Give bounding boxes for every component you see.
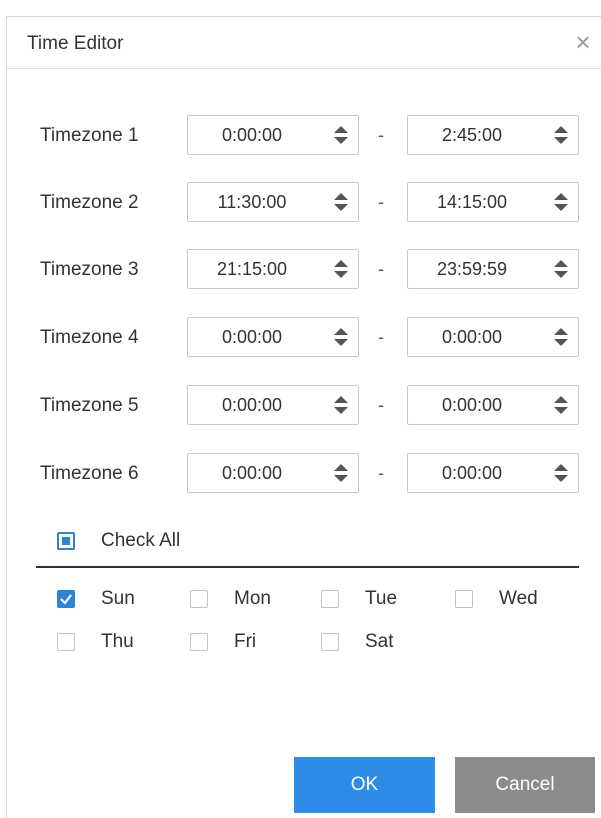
start-time-value: 11:30:00 <box>217 192 287 212</box>
start-time-input[interactable]: 0:00:00 <box>187 115 359 155</box>
start-time-value: 0:00:00 <box>221 327 283 347</box>
day-label-thu: Thu <box>101 631 134 652</box>
spinner-icon[interactable] <box>552 463 570 483</box>
day-label-sun: Sun <box>101 588 135 609</box>
divider <box>36 566 579 568</box>
end-time-value: 0:00:00 <box>441 327 503 347</box>
spinner-icon[interactable] <box>552 327 570 347</box>
spinner-icon[interactable] <box>332 125 350 145</box>
check-all-checkbox[interactable] <box>57 532 75 550</box>
start-time-input[interactable]: 0:00:00 <box>187 453 359 493</box>
timezone-label: Timezone 3 <box>40 259 139 280</box>
end-time-value: 2:45:00 <box>441 125 503 145</box>
start-time-value: 0:00:00 <box>221 125 283 145</box>
dialog-title: Time Editor <box>27 33 124 54</box>
day-checkbox-thu[interactable] <box>57 633 75 651</box>
dialog-titlebar: Time Editor × <box>7 17 601 69</box>
timezone-label: Timezone 4 <box>40 327 139 348</box>
end-time-value: 14:15:00 <box>436 192 508 212</box>
check-all-label: Check All <box>101 530 181 551</box>
start-time-value: 21:15:00 <box>216 259 288 279</box>
spinner-icon[interactable] <box>332 259 350 279</box>
day-label-wed: Wed <box>499 588 538 609</box>
end-time-input[interactable]: 14:15:00 <box>407 182 579 222</box>
range-separator: - <box>378 192 384 212</box>
end-time-input[interactable]: 0:00:00 <box>407 453 579 493</box>
day-checkbox-sat[interactable] <box>321 633 339 651</box>
ok-button[interactable]: OK <box>294 757 435 813</box>
spinner-icon[interactable] <box>332 395 350 415</box>
spinner-icon[interactable] <box>552 395 570 415</box>
end-time-input[interactable]: 0:00:00 <box>407 317 579 357</box>
day-label-mon: Mon <box>234 588 271 609</box>
spinner-icon[interactable] <box>332 327 350 347</box>
range-separator: - <box>378 259 384 279</box>
range-separator: - <box>378 395 384 415</box>
timezone-label: Timezone 2 <box>40 192 139 213</box>
day-checkbox-fri[interactable] <box>190 633 208 651</box>
day-label-fri: Fri <box>234 631 257 652</box>
start-time-input[interactable]: 0:00:00 <box>187 317 359 357</box>
day-checkbox-wed[interactable] <box>455 590 473 608</box>
day-checkbox-mon[interactable] <box>190 590 208 608</box>
spinner-icon[interactable] <box>332 192 350 212</box>
end-time-input[interactable]: 2:45:00 <box>407 115 579 155</box>
timezone-label: Timezone 6 <box>40 463 139 484</box>
end-time-value: 0:00:00 <box>441 463 503 483</box>
end-time-input[interactable]: 23:59:59 <box>407 249 579 289</box>
timezone-label: Timezone 5 <box>40 395 139 416</box>
start-time-value: 0:00:00 <box>221 395 283 415</box>
day-checkbox-tue[interactable] <box>321 590 339 608</box>
day-label-tue: Tue <box>365 588 398 609</box>
spinner-icon[interactable] <box>552 192 570 212</box>
start-time-input[interactable]: 11:30:00 <box>187 182 359 222</box>
end-time-value: 0:00:00 <box>441 395 503 415</box>
spinner-icon[interactable] <box>552 125 570 145</box>
day-checkbox-sun[interactable] <box>57 590 75 608</box>
start-time-input[interactable]: 0:00:00 <box>187 385 359 425</box>
spinner-icon[interactable] <box>552 259 570 279</box>
start-time-value: 0:00:00 <box>221 463 283 483</box>
range-separator: - <box>378 327 384 347</box>
end-time-value: 23:59:59 <box>436 259 508 279</box>
timezone-label: Timezone 1 <box>40 125 139 146</box>
day-label-sat: Sat <box>365 631 394 652</box>
range-separator: - <box>378 125 384 145</box>
close-icon[interactable]: × <box>569 28 597 56</box>
spinner-icon[interactable] <box>332 463 350 483</box>
range-separator: - <box>378 463 384 483</box>
cancel-button[interactable]: Cancel <box>455 757 595 813</box>
end-time-input[interactable]: 0:00:00 <box>407 385 579 425</box>
start-time-input[interactable]: 21:15:00 <box>187 249 359 289</box>
